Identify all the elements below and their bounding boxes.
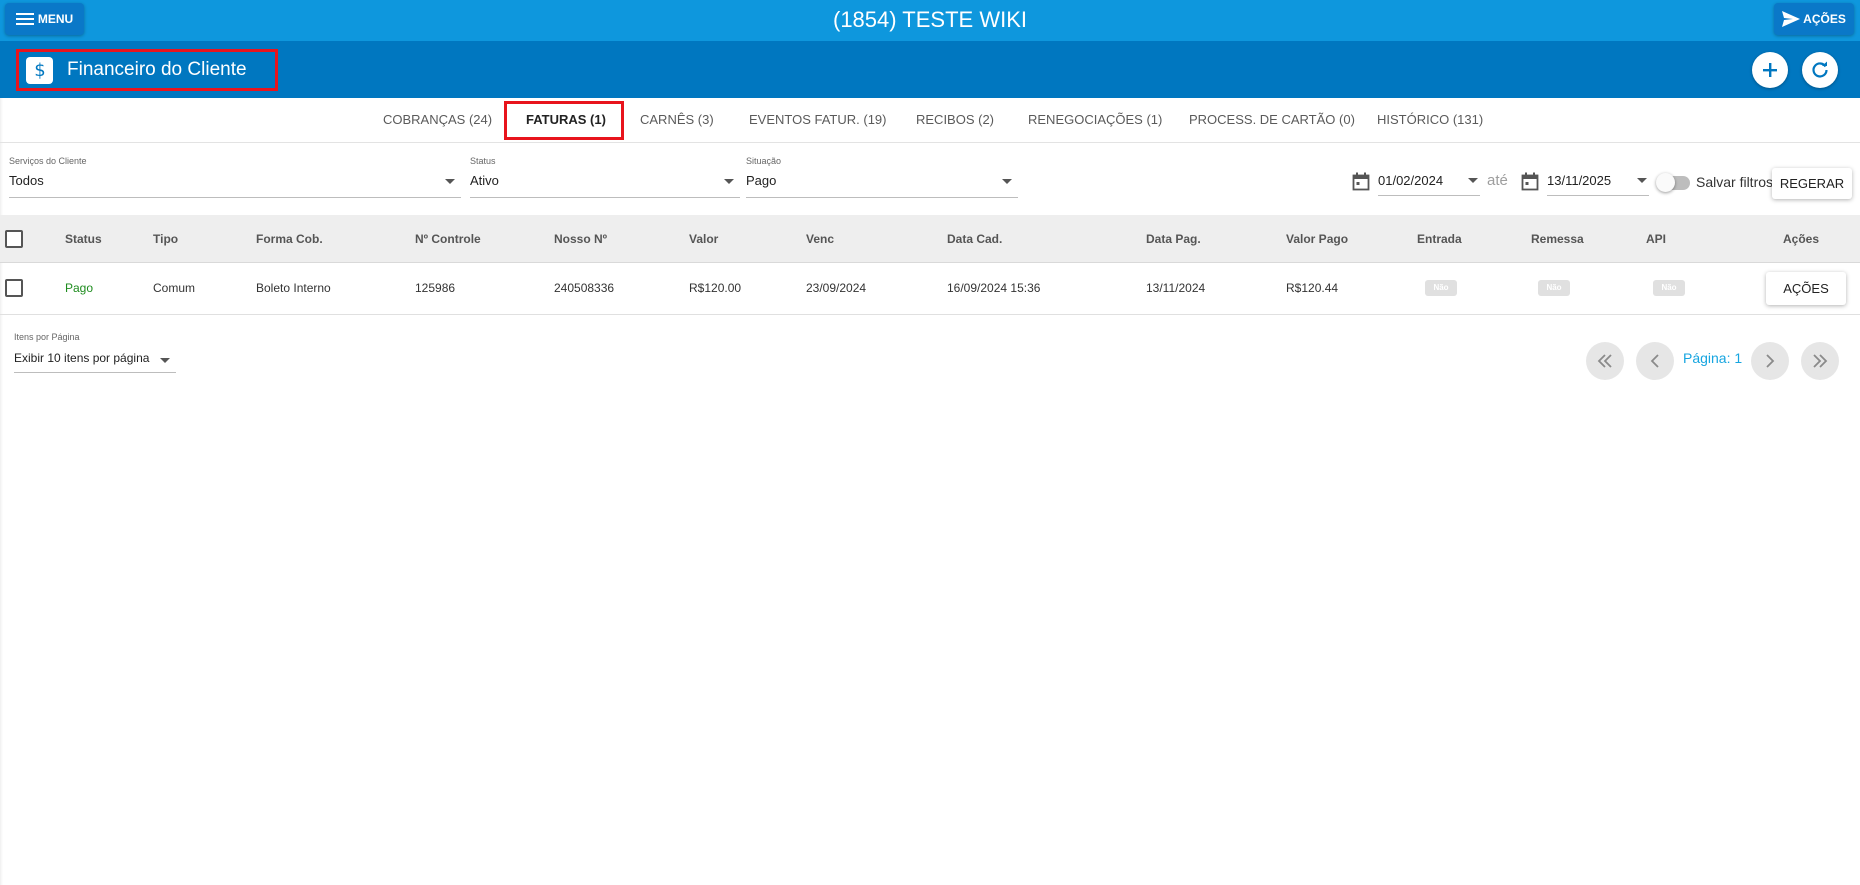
date-to-value: 13/11/2025 [1547, 173, 1612, 188]
column-header-status[interactable]: Status [65, 215, 102, 263]
column-header-acoes: Ações [1783, 232, 1820, 246]
row-actions-button[interactable]: AÇÕES [1766, 272, 1846, 305]
column-header-data-cad[interactable]: Data Cad. [947, 215, 1002, 263]
svg-text:$: $ [34, 60, 45, 80]
chevron-down-icon [445, 179, 455, 184]
next-page-button[interactable] [1751, 342, 1789, 380]
save-filters-label: Salvar filtros [1696, 174, 1774, 190]
services-label: Serviços do Cliente [9, 156, 87, 166]
date-to-input[interactable]: 13/11/2025 [1547, 168, 1649, 196]
top-actions-button[interactable]: AÇÕES [1774, 3, 1854, 35]
tab-historico[interactable]: HISTÓRICO (131) [1377, 98, 1483, 142]
tab-renegociacoes[interactable]: RENEGOCIAÇÕES (1) [1028, 98, 1162, 142]
services-value: Todos [9, 173, 44, 188]
calendar-icon[interactable] [1521, 172, 1539, 191]
situation-select[interactable]: Situação Pago [746, 156, 1018, 198]
date-from-input[interactable]: 01/02/2024 [1378, 168, 1480, 196]
tab-cobrancas[interactable]: COBRANÇAS (24) [383, 98, 492, 142]
date-from-value: 01/02/2024 [1378, 173, 1444, 188]
tab-carnes[interactable]: CARNÊS (3) [640, 98, 714, 142]
column-header-forma-cob[interactable]: Forma Cob. [256, 215, 323, 263]
refresh-icon [1812, 61, 1828, 78]
column-header-controle[interactable]: Nº Controle [415, 215, 481, 263]
row-data-pag: 13/11/2024 [1146, 281, 1206, 295]
column-header-venc[interactable]: Venc [806, 215, 834, 263]
toggle-knob [1656, 173, 1675, 192]
table-header: Status Tipo Forma Cob. Nº Controle Nosso… [0, 215, 1860, 263]
top-bar: MENU (1854) TESTE WIKI AÇÕES [0, 0, 1860, 41]
row-valor: R$120.00 [689, 281, 742, 295]
row-entrada-badge: Não [1425, 280, 1457, 296]
chevron-left-icon [1650, 354, 1659, 368]
module-title: Financeiro do Cliente [67, 59, 247, 80]
top-actions-label: AÇÕES [1803, 12, 1846, 26]
send-icon [1782, 11, 1801, 27]
row-status: Pago [65, 281, 94, 295]
chevron-down-icon [724, 179, 734, 184]
items-per-page-label: Itens por Página [14, 332, 80, 342]
save-filters-toggle[interactable] [1656, 173, 1690, 192]
app-title: (1854) TESTE WIKI [833, 7, 1027, 32]
services-select[interactable]: Serviços do Cliente Todos [9, 156, 461, 198]
plus-icon [1763, 63, 1777, 77]
select-all-checkbox[interactable] [5, 230, 23, 248]
module-title-highlight: $ Financeiro do Cliente [16, 49, 278, 91]
column-header-data-pag[interactable]: Data Pag. [1146, 215, 1201, 263]
regenerate-button[interactable]: REGERAR [1772, 168, 1852, 199]
status-select[interactable]: Status Ativo [470, 156, 740, 198]
row-data-cad: 16/09/2024 15:36 [947, 281, 1041, 295]
chevron-down-icon [1637, 178, 1647, 183]
row-remessa-badge: Não [1538, 280, 1570, 296]
dollar-icon: $ [26, 56, 53, 84]
previous-page-button[interactable] [1636, 342, 1674, 380]
situation-label: Situação [746, 156, 782, 166]
add-button[interactable] [1752, 52, 1788, 88]
column-header-remessa[interactable]: Remessa [1531, 215, 1584, 263]
tab-eventos-fatur[interactable]: EVENTOS FATUR. (19) [749, 98, 887, 142]
column-header-valor-pago[interactable]: Valor Pago [1286, 215, 1348, 263]
row-valor-pago: R$120.44 [1286, 281, 1339, 295]
status-value: Ativo [470, 173, 499, 188]
module-header: $ Financeiro do Cliente [0, 41, 1860, 98]
chevron-down-icon [1002, 179, 1012, 184]
items-per-page-select[interactable]: Itens por Página Exibir 10 itens por pág… [14, 332, 176, 373]
row-nosso-num: 240508336 [554, 281, 615, 295]
tab-process-cartao[interactable]: PROCESS. DE CARTÃO (0) [1189, 98, 1355, 142]
column-header-tipo[interactable]: Tipo [153, 215, 178, 263]
column-header-nosso-num[interactable]: Nosso Nº [554, 215, 607, 263]
row-venc: 23/09/2024 [806, 281, 867, 295]
page-indicator: Página: 1 [1683, 350, 1743, 366]
chevron-down-icon [1468, 178, 1478, 183]
column-header-entrada[interactable]: Entrada [1417, 215, 1462, 263]
last-page-button[interactable] [1801, 342, 1839, 380]
tab-faturas[interactable]: FATURAS (1) [526, 98, 606, 142]
tab-recibos[interactable]: RECIBOS (2) [916, 98, 994, 142]
row-api-badge: Não [1653, 280, 1685, 296]
refresh-button[interactable] [1802, 52, 1838, 88]
date-separator: até [1487, 172, 1508, 189]
calendar-icon[interactable] [1352, 172, 1370, 191]
column-header-valor[interactable]: Valor [689, 215, 718, 263]
row-tipo: Comum [153, 281, 196, 295]
row-checkbox[interactable] [5, 279, 23, 297]
first-page-button[interactable] [1586, 342, 1624, 380]
chevron-right-icon [1766, 354, 1775, 368]
tab-bar: COBRANÇAS (24) FATURAS (1) CARNÊS (3) EV… [0, 98, 1860, 143]
column-header-api[interactable]: API [1646, 215, 1666, 263]
chevron-down-icon [160, 358, 170, 363]
table-row[interactable]: Pago Comum Boleto Interno 125986 2405083… [0, 263, 1860, 315]
double-chevron-right-icon [1813, 354, 1828, 368]
double-chevron-left-icon [1597, 354, 1612, 368]
row-forma-cob: Boleto Interno [256, 281, 331, 295]
status-label: Status [470, 156, 496, 166]
row-controle: 125986 [415, 281, 456, 295]
situation-value: Pago [746, 173, 777, 188]
items-per-page-value: Exibir 10 itens por página [14, 351, 150, 365]
